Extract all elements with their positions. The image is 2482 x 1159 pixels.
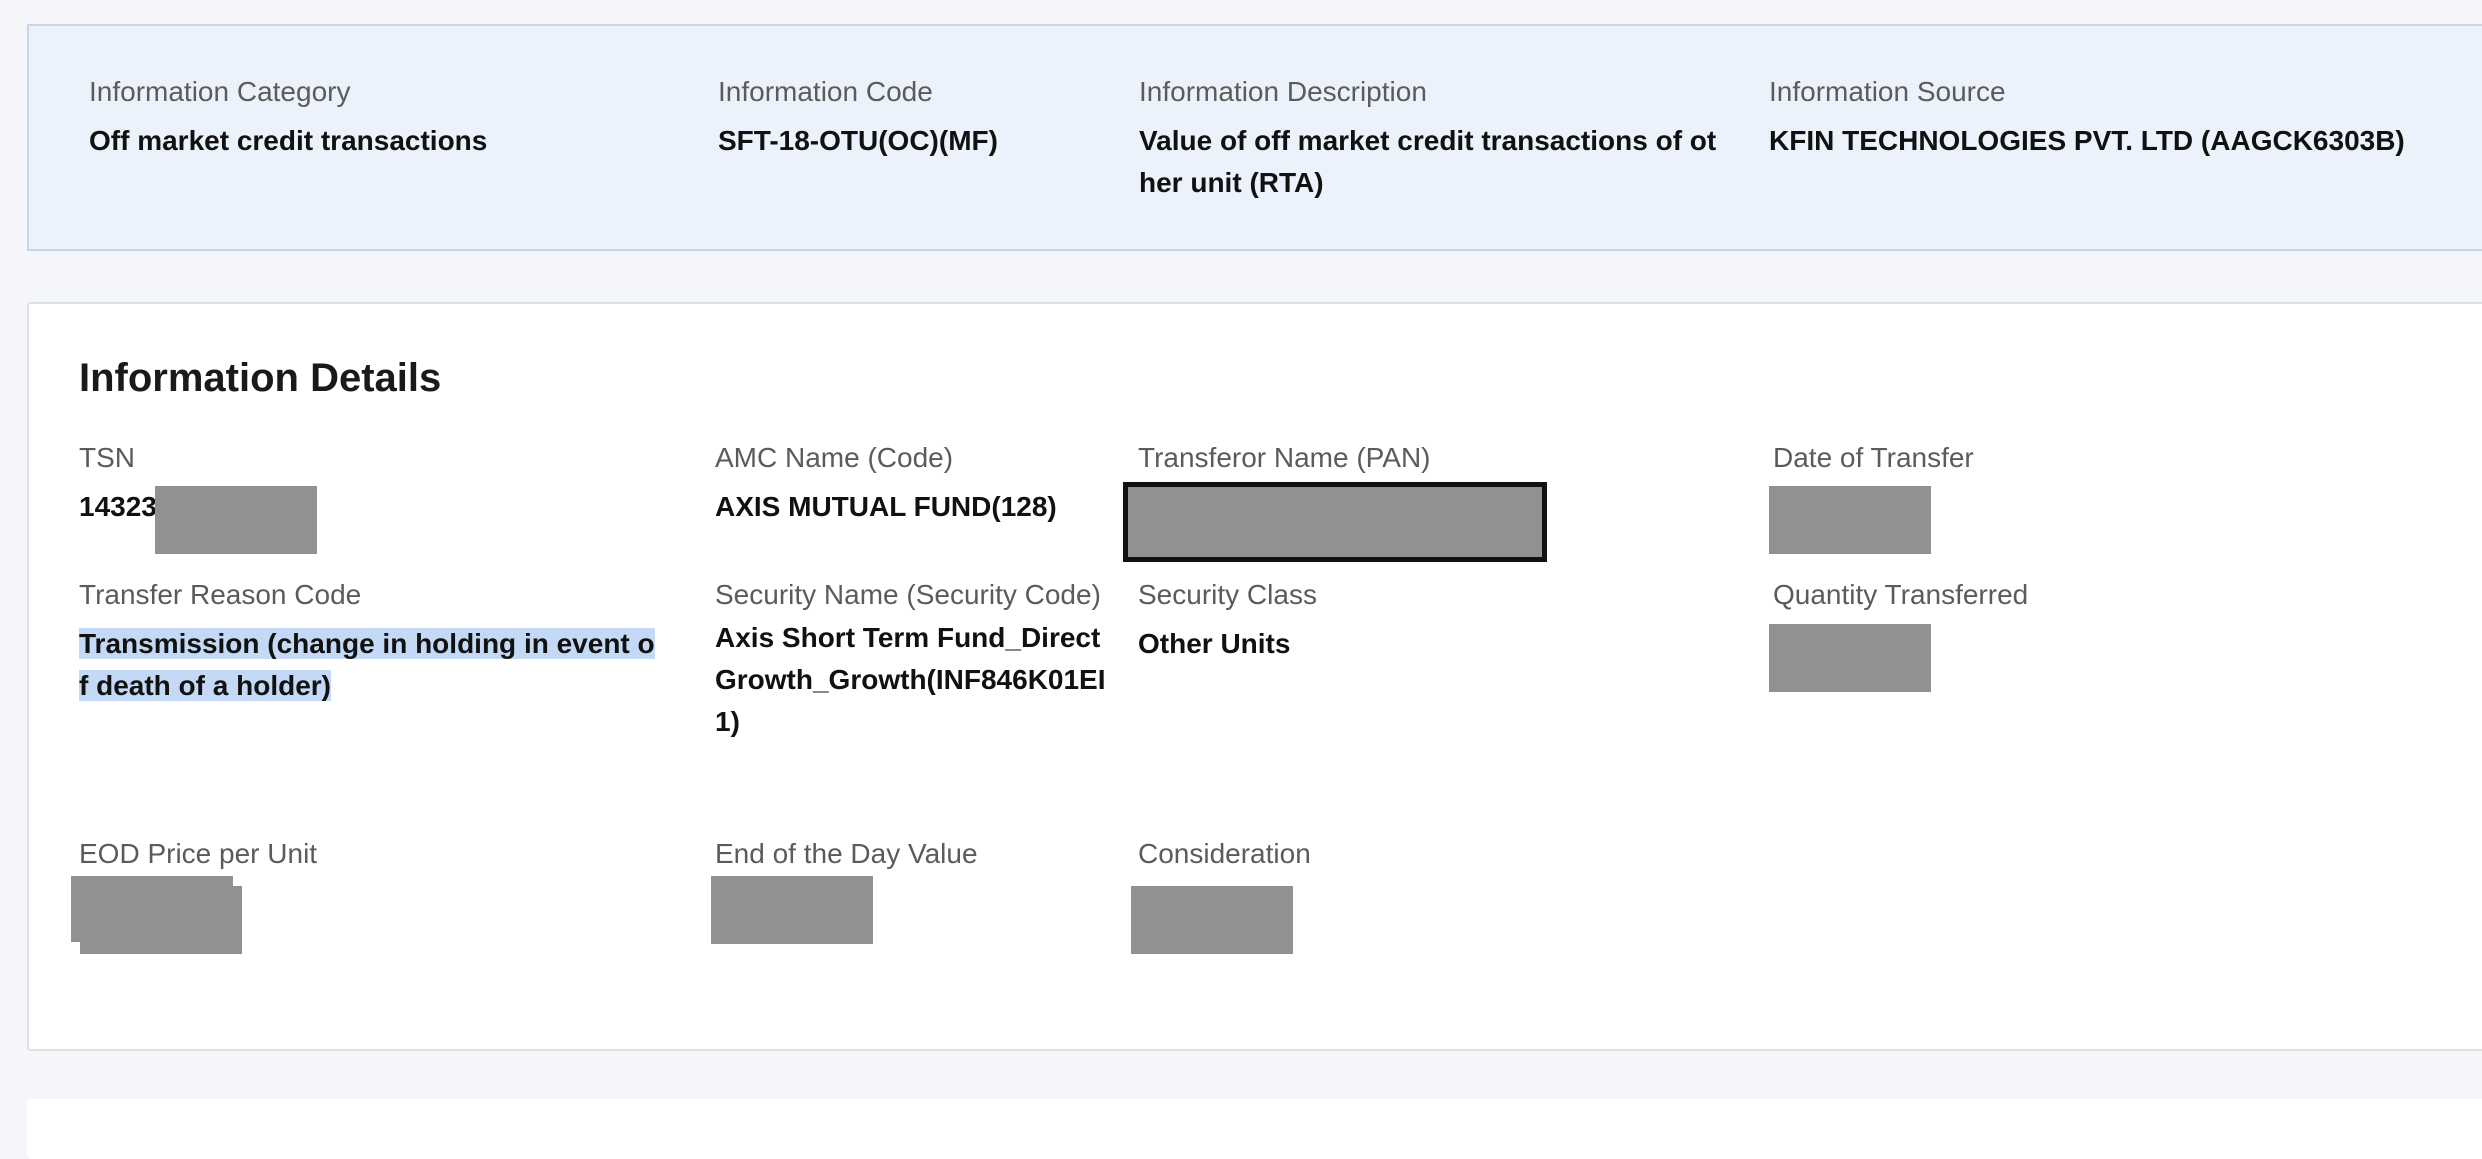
- information-code-field: Information Code SFT-18-OTU(OC)(MF): [718, 74, 1098, 162]
- information-source-field: Information Source KFIN TECHNOLOGIES PVT…: [1769, 74, 2469, 162]
- amc-name-value: AXIS MUTUAL FUND(128): [715, 491, 1057, 522]
- information-source-label: Information Source: [1769, 76, 2006, 107]
- security-name-field: Security Name (Security Code) Axis Short…: [715, 577, 1107, 743]
- date-of-transfer-redaction: [1769, 486, 1931, 554]
- eod-price-label: EOD Price per Unit: [79, 838, 318, 869]
- security-name-value: Axis Short Term Fund_Direct Growth_Growt…: [715, 622, 1106, 737]
- transferor-name-label: Transferor Name (PAN): [1138, 442, 1431, 473]
- information-description-value: Value of off market credit transactions …: [1139, 125, 1717, 198]
- information-description-label: Information Description: [1139, 76, 1427, 107]
- end-of-day-value-label: End of the Day Value: [715, 838, 978, 869]
- quantity-transferred-label: Quantity Transferred: [1773, 579, 2029, 610]
- information-code-label: Information Code: [718, 76, 933, 107]
- end-of-day-value-redaction: [711, 876, 873, 944]
- information-category-value: Off market credit transactions: [89, 125, 488, 156]
- transfer-reason-selected-text[interactable]: Transmission (change in holding in event…: [79, 628, 655, 701]
- transfer-reason-field: Transfer Reason Code Transmission (chang…: [79, 577, 659, 707]
- consideration-redaction: [1131, 886, 1293, 954]
- transferor-name-redaction: [1123, 482, 1547, 562]
- consideration-field: Consideration: [1138, 836, 1718, 872]
- information-details-title: Information Details: [79, 356, 442, 400]
- information-category-field: Information Category Off market credit t…: [89, 74, 649, 162]
- information-description-field: Information Description Value of off mar…: [1139, 74, 1719, 204]
- transferor-name-field: Transferor Name (PAN): [1138, 440, 1718, 476]
- information-source-value: KFIN TECHNOLOGIES PVT. LTD (AAGCK6303B): [1769, 125, 2405, 156]
- amc-name-field: AMC Name (Code) AXIS MUTUAL FUND(128): [715, 440, 1115, 528]
- security-class-value: Other Units: [1138, 628, 1291, 659]
- security-name-label: Security Name (Security Code): [715, 579, 1101, 610]
- quantity-transferred-field: Quantity Transferred: [1773, 577, 2353, 613]
- transfer-reason-value[interactable]: Transmission (change in holding in event…: [79, 623, 659, 707]
- eod-price-field: EOD Price per Unit: [79, 836, 659, 872]
- information-category-label: Information Category: [89, 76, 351, 107]
- transfer-reason-label: Transfer Reason Code: [79, 579, 362, 610]
- quantity-transferred-redaction: [1769, 624, 1931, 692]
- date-of-transfer-label: Date of Transfer: [1773, 442, 1974, 473]
- amc-name-label: AMC Name (Code): [715, 442, 954, 473]
- information-summary-card: Information Category Off market credit t…: [27, 24, 2482, 251]
- information-code-value: SFT-18-OTU(OC)(MF): [718, 125, 998, 156]
- tsn-label: TSN: [79, 442, 135, 473]
- end-of-day-value-field: End of the Day Value: [715, 836, 1115, 872]
- next-section-card: [27, 1099, 2482, 1159]
- information-details-card: Information Details TSN 14323 AMC Name (…: [27, 302, 2482, 1051]
- tsn-redaction: [155, 486, 317, 554]
- eod-price-redaction-overlay: [80, 886, 242, 954]
- security-class-field: Security Class Other Units: [1138, 577, 1718, 665]
- consideration-label: Consideration: [1138, 838, 1311, 869]
- security-class-label: Security Class: [1138, 579, 1317, 610]
